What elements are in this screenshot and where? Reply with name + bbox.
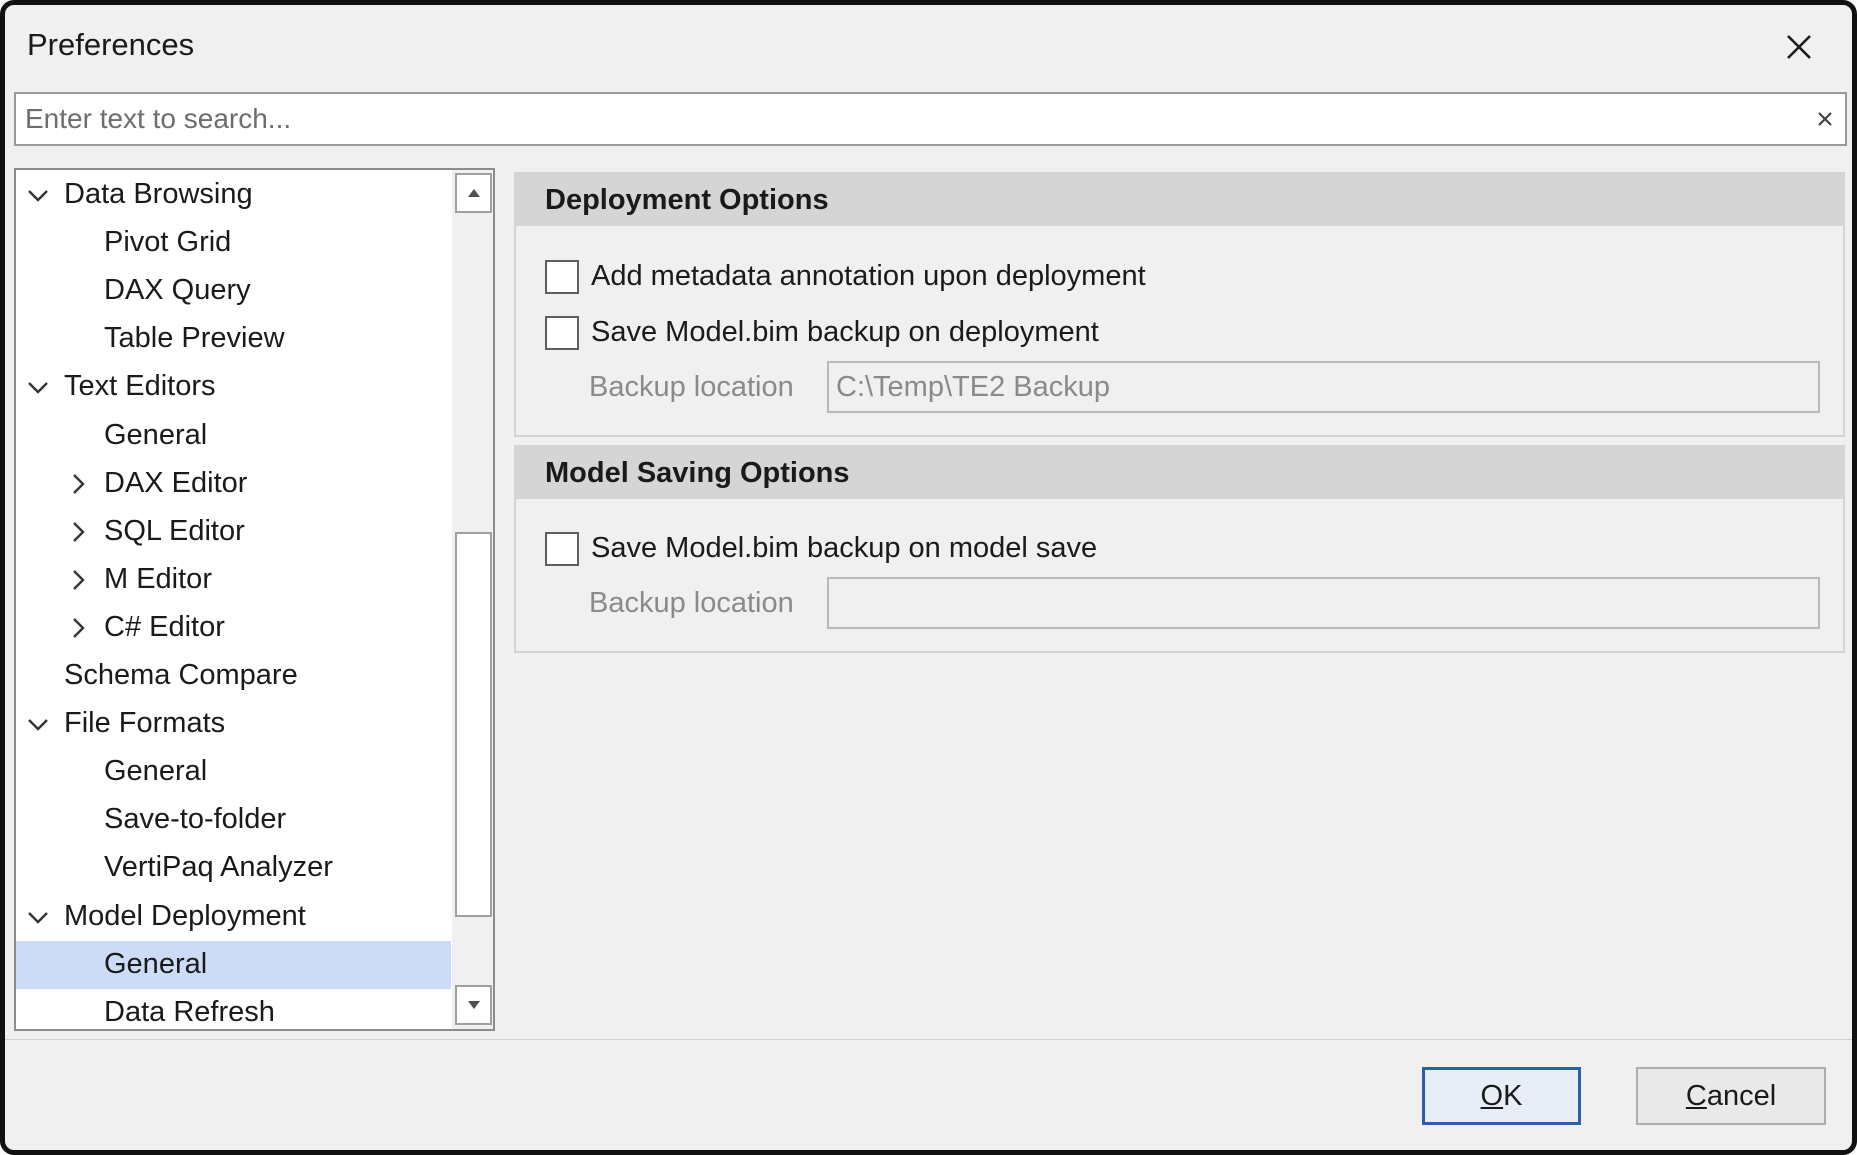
scroll-thumb[interactable]: [455, 532, 492, 917]
tree-item[interactable]: Schema Compare: [16, 652, 451, 700]
close-icon: [1787, 35, 1811, 59]
ok-label-rest: K: [1503, 1079, 1523, 1112]
tree-item-label: Text Editors: [64, 370, 216, 403]
tree-item-label: General: [104, 947, 208, 980]
tree-item-label: File Formats: [64, 707, 226, 740]
tree-scrollbar[interactable]: [452, 170, 493, 1029]
chevron-right-icon[interactable]: [66, 568, 90, 592]
tree-item[interactable]: Data Browsing: [16, 171, 451, 219]
tree-item-label: Schema Compare: [64, 659, 298, 691]
deployment-options-header: Deployment Options: [516, 174, 1843, 226]
cancel-access-key: C: [1685, 1079, 1707, 1112]
chevron-down-icon[interactable]: [26, 905, 50, 929]
tree-item[interactable]: Model Deployment: [16, 893, 451, 941]
model-backup-location-label: Backup location: [589, 587, 794, 619]
save-backup-deploy-label: Save Model.bim backup on deployment: [591, 316, 1099, 348]
model-saving-options-header: Model Saving Options: [516, 447, 1843, 499]
tree-item[interactable]: M Editor: [16, 556, 451, 604]
tree-item-label: Model Deployment: [64, 899, 306, 932]
tree-item-label: Pivot Grid: [104, 226, 232, 259]
tree-item[interactable]: General: [16, 412, 451, 460]
tree-item[interactable]: File Formats: [16, 700, 451, 748]
tree-item-label: DAX Query: [104, 274, 251, 307]
chevron-down-icon[interactable]: [26, 183, 50, 207]
tree-item-label: General: [104, 755, 208, 788]
tree-item[interactable]: VertiPaq Analyzer: [16, 844, 451, 892]
clear-icon: [1818, 112, 1832, 126]
tree-item[interactable]: DAX Editor: [16, 460, 451, 508]
chevron-right-icon[interactable]: [66, 616, 90, 640]
tree-item[interactable]: Text Editors: [16, 363, 451, 411]
tree-item-label: DAX Editor: [104, 466, 248, 499]
model-backup-location-input[interactable]: [827, 577, 1820, 629]
tree-item[interactable]: Table Preview: [16, 315, 451, 363]
cancel-button[interactable]: Cancel: [1636, 1067, 1826, 1125]
deployment-options-group: Deployment Options Add metadata annotati…: [514, 172, 1845, 437]
dialog-title: Preferences: [27, 27, 195, 62]
add-metadata-label: Add metadata annotation upon deployment: [591, 260, 1146, 292]
close-button[interactable]: [1770, 23, 1828, 71]
tree-item[interactable]: General: [16, 940, 451, 989]
scroll-up-button[interactable]: [455, 173, 492, 213]
save-backup-model-label: Save Model.bim backup on model save: [591, 532, 1098, 564]
deploy-backup-location-label: Backup location: [589, 371, 794, 403]
tree-item-label: Table Preview: [104, 322, 285, 355]
tree-item-label: General: [104, 418, 208, 451]
tree-item-label: C# Editor: [104, 610, 225, 643]
tree-item-label: Save-to-folder: [104, 803, 287, 836]
triangle-down-icon: [467, 1001, 480, 1009]
tree-item-label: Data Browsing: [64, 178, 253, 210]
save-backup-deploy-checkbox[interactable]: [545, 316, 579, 350]
tree-item-label: M Editor: [104, 562, 212, 595]
ok-button[interactable]: OK: [1422, 1067, 1581, 1125]
cancel-label-rest: ancel: [1706, 1079, 1777, 1112]
search-input[interactable]: [16, 94, 1786, 144]
tree-item[interactable]: DAX Query: [16, 267, 451, 315]
search-box: [14, 92, 1847, 146]
tree-item[interactable]: Save-to-folder: [16, 796, 451, 844]
preferences-dialog: Preferences Data Browsing Pivot Grid DAX Q…: [0, 0, 1857, 1155]
save-backup-model-checkbox[interactable]: [545, 532, 579, 566]
footer-divider: [5, 1039, 1852, 1040]
tree-item[interactable]: C# Editor: [16, 604, 451, 652]
tree-item[interactable]: General: [16, 748, 451, 796]
add-metadata-checkbox[interactable]: [545, 260, 579, 294]
triangle-up-icon: [467, 189, 480, 197]
ok-access-key: O: [1480, 1079, 1504, 1112]
search-clear-button[interactable]: [1808, 101, 1842, 137]
tree-item-label: VertiPaq Analyzer: [104, 851, 333, 884]
category-tree: Data Browsing Pivot Grid DAX Query Table Pr…: [14, 168, 495, 1031]
tree-item-label: SQL Editor: [104, 514, 245, 547]
chevron-right-icon[interactable]: [66, 520, 90, 544]
tree-item[interactable]: SQL Editor: [16, 508, 451, 556]
chevron-right-icon[interactable]: [66, 472, 90, 496]
deploy-backup-location-input[interactable]: [827, 361, 1820, 413]
scroll-down-button[interactable]: [455, 985, 492, 1025]
model-saving-options-group: Model Saving Options Save Model.bim back…: [514, 445, 1845, 653]
tree-item[interactable]: Pivot Grid: [16, 219, 451, 267]
tree-item[interactable]: Data Refresh: [16, 989, 451, 1029]
chevron-down-icon[interactable]: [26, 375, 50, 399]
tree-item-label: Data Refresh: [104, 995, 275, 1028]
chevron-down-icon[interactable]: [26, 712, 50, 736]
